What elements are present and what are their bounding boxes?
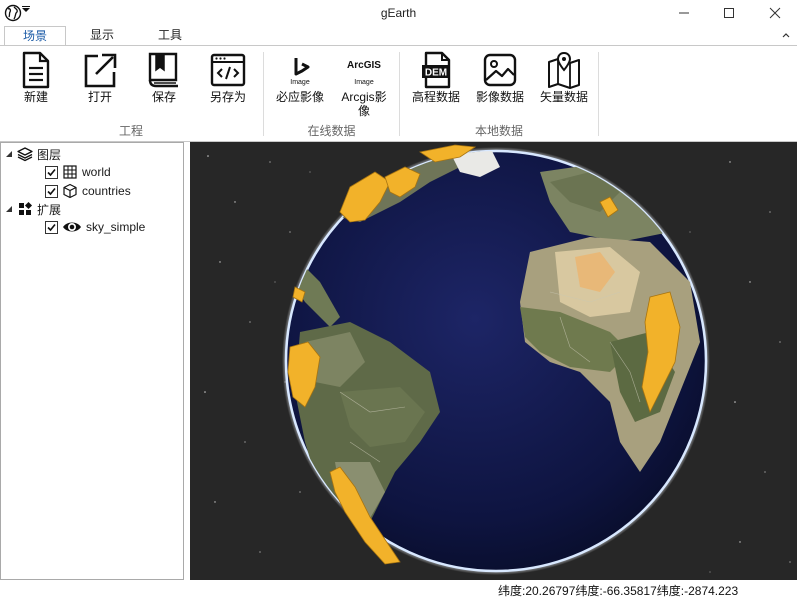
- maximize-icon: [724, 8, 734, 18]
- new-button-label: 新建: [23, 90, 48, 104]
- bing-imagery-label: 必应影像: [275, 90, 324, 104]
- layers-icon: [17, 147, 33, 162]
- vector-data-button[interactable]: 矢量数据: [534, 50, 594, 120]
- checkmark-icon: [47, 223, 56, 231]
- extensions-grid-icon: [19, 201, 33, 215]
- tree-node-layers[interactable]: 图层: [5, 145, 61, 163]
- vector-data-label: 矢量数据: [539, 90, 588, 104]
- sky-simple-label: sky_simple: [86, 220, 146, 234]
- status-coordinates: 纬度:20.26797纬度:-66.35817纬度:-2874.223: [498, 584, 739, 598]
- dem-icon-text: DEM: [425, 68, 447, 79]
- chevron-up-icon[interactable]: [781, 30, 791, 40]
- tab-tools[interactable]: 工具: [140, 26, 200, 46]
- tree-node-layers-label: 图层: [37, 147, 62, 162]
- code-window-icon: [210, 53, 246, 87]
- arcgis-imagery-label-line1: Arcgis影: [341, 90, 387, 104]
- arcgis-imagery-label-line2: 像: [357, 104, 370, 118]
- globe-scene[interactable]: [190, 142, 797, 580]
- bing-imagery-button[interactable]: Image 必应影像: [270, 50, 330, 120]
- countries-label: countries: [82, 184, 131, 198]
- title-bar: gEarth: [0, 0, 797, 26]
- group-label-project: 工程: [118, 124, 143, 138]
- countries-checkbox[interactable]: [45, 184, 58, 198]
- image-picture-icon: [483, 53, 517, 87]
- new-button[interactable]: 新建: [6, 50, 66, 120]
- world-checkbox[interactable]: [45, 165, 58, 179]
- save-book-icon: [148, 52, 178, 88]
- ribbon-panel: 新建 打开 保存 另存为 工程 Image 必应影像 ArcGIS Image …: [0, 45, 797, 142]
- checkmark-icon: [47, 187, 56, 195]
- collapse-triangle-icon[interactable]: [5, 205, 13, 213]
- group-label-local: 本地数据: [474, 124, 523, 138]
- tree-node-extensions[interactable]: 扩展: [5, 200, 61, 218]
- bing-logo-icon: Image: [290, 58, 310, 86]
- group-label-online: 在线数据: [307, 124, 356, 138]
- tree-node-extensions-label: 扩展: [37, 202, 62, 217]
- tab-scene[interactable]: 场景: [4, 26, 66, 46]
- arcgis-image-caption: Image: [354, 79, 374, 86]
- save-as-button-label: 另存为: [209, 90, 246, 104]
- map-pin-icon: [548, 51, 580, 89]
- save-button-label: 保存: [151, 90, 176, 104]
- layer-tree-panel: 图层 world countries 扩展 sky_simple: [0, 142, 184, 580]
- arcgis-logo-icon: ArcGIS Image: [347, 60, 381, 86]
- grid-table-icon: [63, 165, 77, 179]
- open-button[interactable]: 打开: [70, 50, 130, 120]
- tree-item-countries[interactable]: countries: [45, 182, 131, 200]
- sky-simple-checkbox[interactable]: [45, 220, 58, 234]
- close-button[interactable]: [752, 0, 797, 26]
- minimize-button[interactable]: [661, 0, 707, 26]
- ribbon-tab-strip: 场景 显示 工具: [0, 26, 797, 46]
- tree-item-sky-simple[interactable]: sky_simple: [45, 218, 145, 236]
- checkmark-icon: [47, 168, 56, 176]
- dem-file-icon: DEM: [422, 51, 451, 89]
- open-external-icon: [84, 53, 117, 88]
- arcgis-imagery-button[interactable]: ArcGIS Image Arcgis影 像: [334, 50, 394, 120]
- tab-display[interactable]: 显示: [72, 26, 132, 46]
- close-icon: [769, 7, 781, 19]
- imagery-data-button[interactable]: 影像数据: [470, 50, 530, 120]
- world-label: world: [82, 165, 111, 179]
- minimize-icon: [679, 12, 689, 14]
- collapse-triangle-icon[interactable]: [5, 150, 13, 158]
- eye-icon: [63, 222, 81, 232]
- arcgis-logo-text: ArcGIS: [347, 60, 381, 71]
- new-document-icon: [22, 51, 50, 89]
- elevation-data-button[interactable]: DEM 高程数据: [406, 50, 466, 120]
- save-as-button[interactable]: 另存为: [198, 50, 258, 120]
- imagery-data-label: 影像数据: [475, 90, 524, 104]
- save-button[interactable]: 保存: [134, 50, 194, 120]
- open-button-label: 打开: [87, 90, 112, 104]
- maximize-button[interactable]: [706, 0, 752, 26]
- group-divider: [598, 52, 599, 136]
- tree-item-world[interactable]: world: [45, 163, 111, 181]
- cube-icon: [63, 183, 77, 199]
- elevation-data-label: 高程数据: [411, 90, 460, 104]
- globe-viewport[interactable]: [190, 142, 797, 580]
- bing-image-caption: Image: [290, 79, 310, 86]
